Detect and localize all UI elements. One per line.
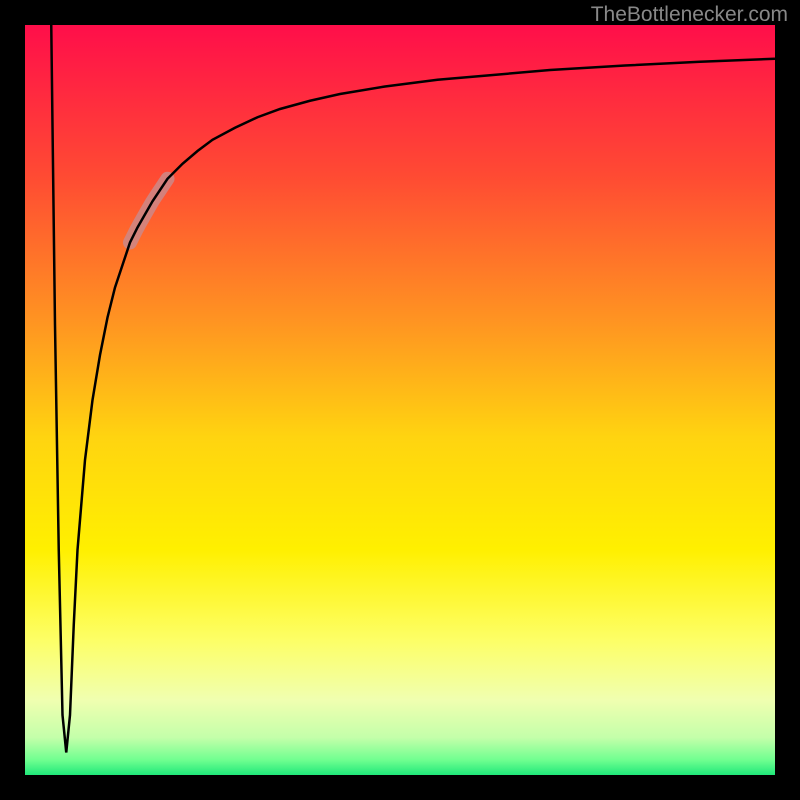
chart-area xyxy=(25,25,775,775)
chart-svg xyxy=(25,25,775,775)
gradient-background xyxy=(25,25,775,775)
watermark-text: TheBottlenecker.com xyxy=(591,3,788,27)
